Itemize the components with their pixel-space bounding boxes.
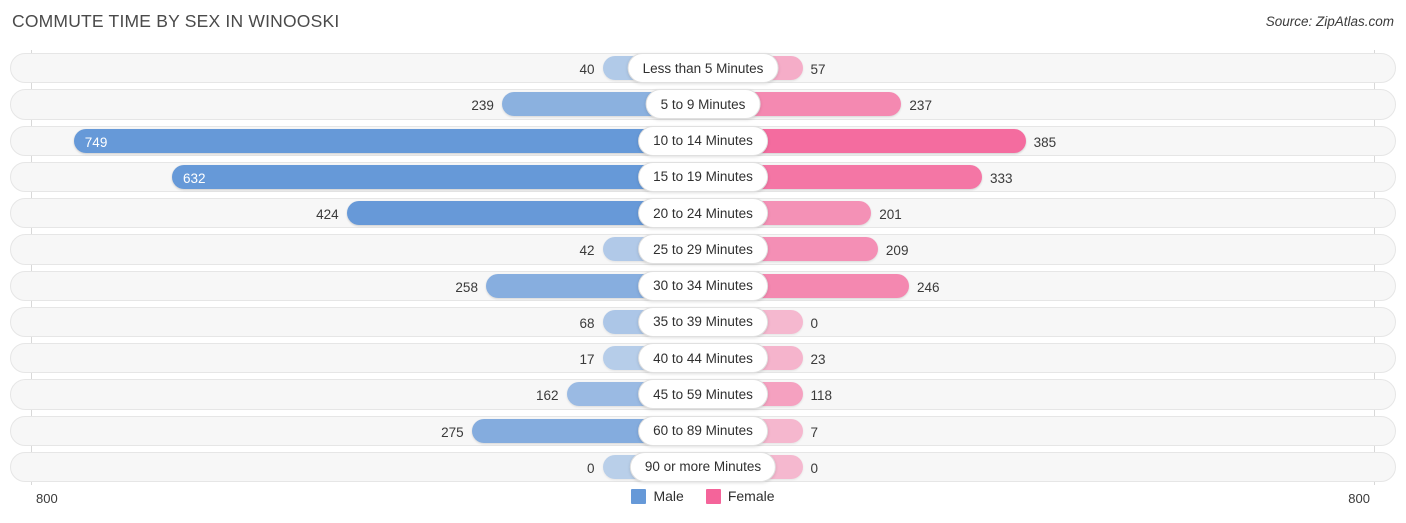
- bar-row: 42 209 25 to 29 Minutes: [0, 231, 1406, 267]
- female-side: 246: [702, 273, 1375, 298]
- female-side: 209: [702, 237, 1375, 262]
- category-label-pill: 40 to 44 Minutes: [638, 343, 768, 373]
- source-attribution: Source: ZipAtlas.com: [1265, 14, 1394, 29]
- legend-swatch-icon: [631, 488, 647, 504]
- male-value-label: 424: [316, 207, 339, 222]
- bar-row: 162 118 45 to 59 Minutes: [0, 376, 1406, 412]
- female-side: 57: [702, 56, 1375, 80]
- male-side: 424: [31, 201, 703, 225]
- male-value-label: 17: [579, 352, 595, 367]
- female-value-label: 7: [810, 424, 819, 440]
- category-label-pill: 15 to 19 Minutes: [638, 161, 768, 192]
- category-label-pill: 5 to 9 Minutes: [645, 89, 761, 120]
- bar-row: 17 23 40 to 44 Minutes: [0, 340, 1406, 376]
- female-value-label: 0: [810, 315, 819, 331]
- bar-row: 40 57 Less than 5 Minutes: [0, 50, 1406, 86]
- female-value-label: 246: [916, 279, 940, 295]
- category-label-pill: 60 to 89 Minutes: [638, 415, 768, 446]
- female-side: 333: [702, 164, 1375, 189]
- male-bar[interactable]: [73, 128, 703, 153]
- male-value-label: 0: [586, 460, 595, 476]
- bar-row: 239 237 5 to 9 Minutes: [0, 86, 1406, 122]
- female-side: 237: [702, 92, 1375, 117]
- male-value-label: 749: [84, 134, 108, 150]
- female-value-label: 385: [1033, 134, 1057, 150]
- bar-row: 0 0 90 or more Minutes: [0, 449, 1406, 485]
- female-side: 23: [702, 346, 1375, 370]
- page-title: COMMUTE TIME BY SEX IN WINOOSKI: [12, 11, 340, 31]
- male-side: 275: [31, 418, 703, 443]
- legend-label: Male: [653, 488, 684, 504]
- chart-root: COMMUTE TIME BY SEX IN WINOOSKI Source: …: [0, 0, 1406, 523]
- male-side: 42: [31, 237, 703, 262]
- female-value-label: 201: [879, 207, 902, 222]
- legend-item-female[interactable]: Female: [705, 488, 775, 504]
- male-side: 162: [31, 382, 703, 407]
- category-label-pill: Less than 5 Minutes: [627, 53, 779, 83]
- female-side: 7: [702, 418, 1375, 443]
- female-value-label: 209: [885, 243, 909, 259]
- bar-row: 749 385 10 to 14 Minutes: [0, 123, 1406, 159]
- male-side: 258: [31, 273, 703, 298]
- category-label-pill: 30 to 34 Minutes: [638, 270, 768, 301]
- female-side: 385: [702, 128, 1375, 153]
- plot-area: 40 57 Less than 5 Minutes 239 237 5 to 9 Minu…: [0, 50, 1406, 485]
- legend-item-male[interactable]: Male: [631, 488, 684, 504]
- bar-row: 258 246 30 to 34 Minutes: [0, 268, 1406, 304]
- male-value-label: 239: [471, 98, 494, 114]
- category-label-pill: 45 to 59 Minutes: [638, 379, 768, 410]
- male-side: 40: [31, 56, 703, 80]
- female-side: 201: [702, 201, 1375, 225]
- female-value-label: 333: [990, 170, 1013, 186]
- female-value-label: 118: [810, 388, 833, 404]
- male-value-label: 632: [183, 170, 206, 186]
- male-value-label: 40: [579, 62, 595, 77]
- female-value-label: 57: [810, 62, 826, 77]
- male-value-label: 162: [536, 388, 559, 404]
- male-side: 0: [31, 454, 703, 479]
- category-label-pill: 90 or more Minutes: [629, 451, 777, 482]
- male-side: 749: [31, 128, 703, 153]
- bar-row: 68 0 35 to 39 Minutes: [0, 304, 1406, 340]
- bar-rows: 40 57 Less than 5 Minutes 239 237 5 to 9 Minu…: [0, 50, 1406, 485]
- bar-row: 275 7 60 to 89 Minutes: [0, 413, 1406, 449]
- male-side: 632: [31, 164, 703, 189]
- legend-swatch-icon: [705, 488, 721, 504]
- male-side: 239: [31, 92, 703, 117]
- female-side: 118: [702, 382, 1375, 407]
- category-label-pill: 10 to 14 Minutes: [638, 125, 768, 156]
- female-value-label: 0: [810, 460, 819, 476]
- male-bar[interactable]: [172, 164, 703, 189]
- bar-row: 424 201 20 to 24 Minutes: [0, 195, 1406, 231]
- bar-row: 632 333 15 to 19 Minutes: [0, 159, 1406, 195]
- female-value-label: 23: [810, 352, 826, 367]
- legend-label: Female: [727, 488, 775, 504]
- female-side: 0: [702, 454, 1375, 479]
- male-side: 17: [31, 346, 703, 370]
- category-label-pill: 35 to 39 Minutes: [638, 306, 768, 337]
- male-value-label: 68: [579, 315, 595, 331]
- category-label-pill: 20 to 24 Minutes: [638, 198, 768, 228]
- male-value-label: 258: [455, 279, 478, 295]
- female-side: 0: [702, 309, 1375, 334]
- female-value-label: 237: [909, 98, 932, 114]
- chart-legend: Male Female: [0, 488, 1406, 504]
- male-side: 68: [31, 309, 703, 334]
- category-label-pill: 25 to 29 Minutes: [638, 234, 768, 265]
- male-value-label: 275: [441, 424, 464, 440]
- male-value-label: 42: [579, 243, 595, 259]
